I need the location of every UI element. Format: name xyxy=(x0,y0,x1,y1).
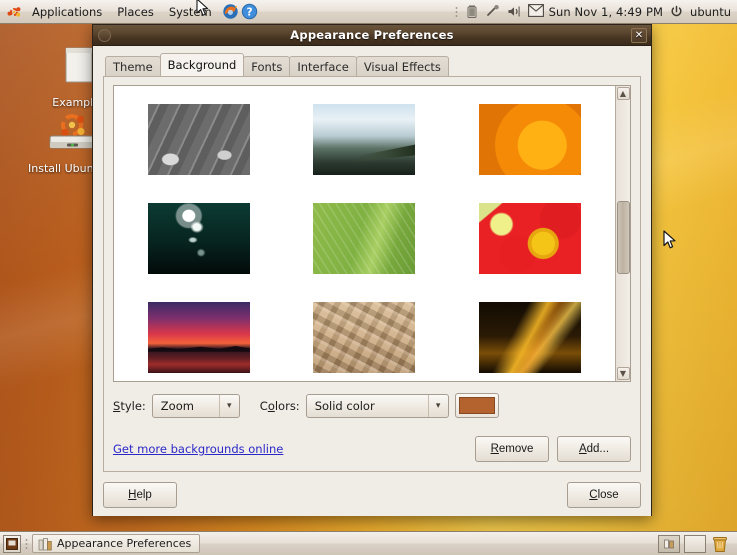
wallpaper-thumb-gold-clouds[interactable] xyxy=(479,302,582,373)
bluetooth-icon[interactable] xyxy=(486,4,500,19)
trash-icon[interactable] xyxy=(710,534,730,553)
bottom-panel-right-group xyxy=(658,534,734,553)
tab-visual-effects[interactable]: Visual Effects xyxy=(355,56,449,77)
background-actions-row: Get more backgrounds online Remove Add..… xyxy=(113,436,631,462)
wallpaper-chooser: ▲ ▼ xyxy=(113,85,631,382)
get-more-backgrounds-link[interactable]: Get more backgrounds online xyxy=(113,442,283,456)
tab-interface[interactable]: Interface xyxy=(289,56,357,77)
wallpaper-thumb-orange-flower[interactable] xyxy=(479,104,582,175)
wallpaper-thumb-green-leaf[interactable] xyxy=(313,203,416,274)
color-swatch-fill xyxy=(458,397,495,414)
wallpaper-thumb-misty-sky[interactable] xyxy=(313,104,416,175)
tab-strip: Theme Background Fonts Interface Visual … xyxy=(103,53,641,77)
panel-tray-group: Sun Nov 1, 4:49 PM ubuntu xyxy=(454,4,737,19)
chevron-down-icon: ▾ xyxy=(218,394,239,417)
wallpaper-thumbnail-grid xyxy=(114,86,615,381)
taskbar-item-label: Appearance Preferences xyxy=(57,537,192,550)
close-button[interactable]: Close xyxy=(567,482,641,508)
tab-theme[interactable]: Theme xyxy=(105,56,161,77)
panel-menu-group: Applications Places System ? xyxy=(0,3,258,21)
style-value: Zoom xyxy=(160,398,194,413)
firefox-launcher-icon[interactable] xyxy=(222,3,239,20)
taskbar-item-appearance-preferences[interactable]: Appearance Preferences xyxy=(32,534,201,553)
wallpaper-list-scrollbar[interactable]: ▲ ▼ xyxy=(615,86,630,381)
window-menu-button[interactable] xyxy=(98,29,111,42)
wallpaper-thumb-sand-dunes[interactable] xyxy=(313,302,416,373)
wallpaper-thumb-sunset[interactable] xyxy=(147,302,250,373)
svg-text:?: ? xyxy=(246,6,252,18)
workspace-2[interactable] xyxy=(684,534,706,553)
battery-icon[interactable] xyxy=(465,4,479,19)
colors-combobox[interactable]: Solid color ▾ xyxy=(305,393,449,418)
panel-separator-grip xyxy=(454,5,458,18)
window-title: Appearance Preferences xyxy=(290,28,454,42)
bottom-panel: Appearance Preferences xyxy=(0,531,737,555)
appearance-icon xyxy=(38,537,52,551)
clock-applet[interactable]: Sun Nov 1, 4:49 PM xyxy=(549,5,663,19)
tab-background[interactable]: Background xyxy=(159,53,245,76)
scroll-up-icon[interactable]: ▲ xyxy=(616,87,630,100)
menu-system[interactable]: System xyxy=(162,3,219,21)
window-body: Theme Background Fonts Interface Visual … xyxy=(93,46,651,516)
menu-places[interactable]: Places xyxy=(110,3,161,21)
panel-separator-grip xyxy=(25,537,28,550)
background-tab-page: ▲ ▼ Style: Zoom ▾ Colors: Solid color ▾ … xyxy=(103,76,641,472)
scrollbar-thumb[interactable] xyxy=(616,201,630,274)
close-icon[interactable]: ✕ xyxy=(631,28,647,43)
add-button[interactable]: Add... xyxy=(557,436,631,462)
window-titlebar[interactable]: Appearance Preferences ✕ xyxy=(93,25,651,46)
background-options-row: Style: Zoom ▾ Colors: Solid color ▾ xyxy=(113,393,631,418)
wallpaper-thumb-moonlit-water[interactable] xyxy=(147,203,250,274)
session-indicator-label[interactable]: ubuntu xyxy=(690,5,731,19)
colors-value: Solid color xyxy=(314,398,375,413)
remove-button[interactable]: Remove xyxy=(475,436,549,462)
solid-color-swatch-button[interactable] xyxy=(454,393,499,418)
appearance-preferences-window: Appearance Preferences ✕ Theme Backgroun… xyxy=(92,24,652,516)
help-button[interactable]: Help xyxy=(103,482,177,508)
show-desktop-button[interactable] xyxy=(3,534,21,553)
mail-envelope-icon[interactable] xyxy=(527,4,544,19)
scrollbar-track[interactable] xyxy=(616,100,630,367)
power-icon[interactable] xyxy=(670,5,683,18)
wallpaper-thumb-stones[interactable] xyxy=(147,104,250,175)
workspace-1[interactable] xyxy=(658,534,680,553)
wallpaper-thumb-red-flowers[interactable] xyxy=(479,203,582,274)
colors-label: Colors: xyxy=(259,398,300,413)
style-label: Style: xyxy=(113,398,146,413)
help-launcher-icon[interactable]: ? xyxy=(241,3,258,20)
dialog-footer: Help Close xyxy=(103,482,641,508)
top-panel: Applications Places System ? Sun Nov 1, … xyxy=(0,0,737,24)
preferences-notebook: Theme Background Fonts Interface Visual … xyxy=(103,53,641,472)
scroll-down-icon[interactable]: ▼ xyxy=(616,367,630,380)
ubuntu-logo-icon[interactable] xyxy=(6,4,22,20)
menu-applications[interactable]: Applications xyxy=(25,3,109,21)
tab-fonts[interactable]: Fonts xyxy=(243,56,291,77)
volume-icon[interactable] xyxy=(507,4,521,19)
chevron-down-icon: ▾ xyxy=(427,394,448,417)
style-combobox[interactable]: Zoom ▾ xyxy=(151,393,240,418)
